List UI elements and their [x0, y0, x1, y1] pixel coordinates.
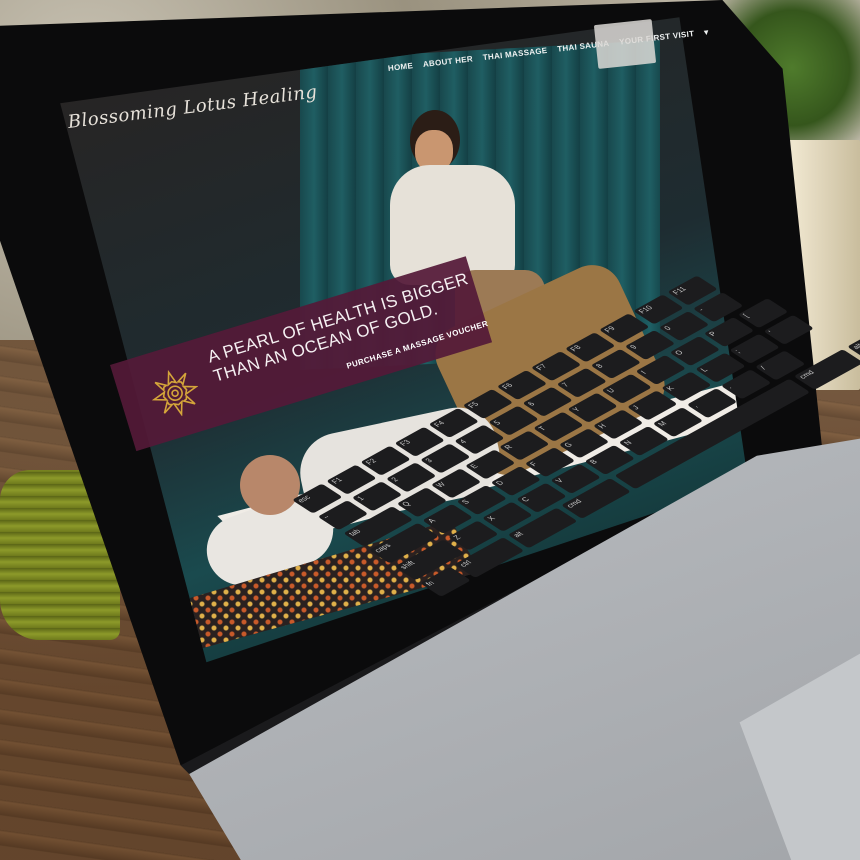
- chevron-down-icon[interactable]: ▾: [704, 28, 709, 37]
- lotus-icon: [151, 369, 199, 417]
- client-head: [240, 455, 300, 515]
- nav-dropdown-panel: [593, 19, 657, 69]
